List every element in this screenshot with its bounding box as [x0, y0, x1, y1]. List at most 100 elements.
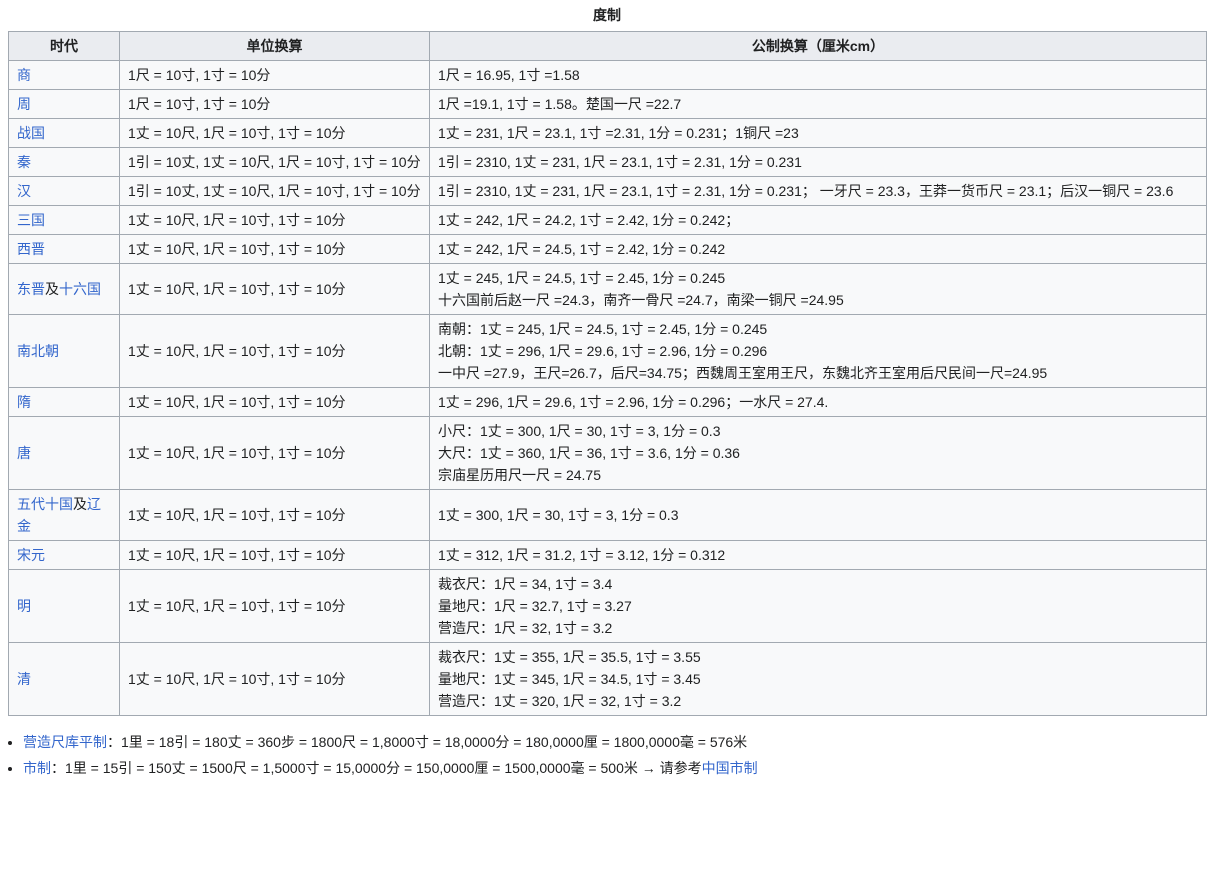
- metric-line: 南朝：1丈 = 245, 1尺 = 24.5, 1寸 = 2.45, 1分 = …: [438, 318, 1198, 340]
- era-cell: 南北朝: [9, 314, 120, 387]
- table-row: 宋元 1丈 = 10尺, 1尺 = 10寸, 1寸 = 10分 1丈 = 312, …: [9, 540, 1207, 569]
- note-text: ：1里 = 15引 = 150丈 = 1500尺 = 1,5000寸 = 15,…: [51, 760, 702, 776]
- era-cell: 商: [9, 60, 120, 89]
- era-cell: 战国: [9, 118, 120, 147]
- metric-line: 量地尺：1丈 = 345, 1尺 = 34.5, 1寸 = 3.45: [438, 668, 1198, 690]
- note-link[interactable]: 市制: [23, 760, 51, 776]
- note-link[interactable]: 营造尺库平制: [23, 734, 107, 750]
- units-cell: 1丈 = 10尺, 1尺 = 10寸, 1寸 = 10分: [120, 314, 430, 387]
- era-link[interactable]: 秦: [17, 154, 31, 170]
- era-link[interactable]: 宋元: [17, 547, 45, 563]
- era-link[interactable]: 周: [17, 96, 31, 112]
- units-cell: 1丈 = 10尺, 1尺 = 10寸, 1寸 = 10分: [120, 416, 430, 489]
- table-row: 周 1尺 = 10寸, 1寸 = 10分1尺 =19.1, 1寸 = 1.58。楚…: [9, 89, 1207, 118]
- metric-line: 1丈 = 245, 1尺 = 24.5, 1寸 = 2.45, 1分 = 0.2…: [438, 267, 1198, 289]
- era-cell: 三国: [9, 205, 120, 234]
- metric-cell: 1丈 = 245, 1尺 = 24.5, 1寸 = 2.45, 1分 = 0.2…: [430, 263, 1207, 314]
- era-link[interactable]: 五代十国: [17, 496, 73, 512]
- metric-line: 小尺：1丈 = 300, 1尺 = 30, 1寸 = 3, 1分 = 0.3: [438, 420, 1198, 442]
- metric-line: 宗庙星历用尺一尺 = 24.75: [438, 464, 1198, 486]
- metric-cell: 1尺 =19.1, 1寸 = 1.58。楚国一尺 =22.7: [430, 89, 1207, 118]
- units-cell: 1丈 = 10尺, 1尺 = 10寸, 1寸 = 10分: [120, 489, 430, 540]
- header-metric: 公制换算（厘米cm）: [430, 31, 1207, 60]
- metric-line: 营造尺：1尺 = 32, 1寸 = 3.2: [438, 617, 1198, 639]
- table-row: 商 1尺 = 10寸, 1寸 = 10分 1尺 = 16.95, 1寸 =1.58: [9, 60, 1207, 89]
- table-row: 秦1引 = 10丈, 1丈 = 10尺, 1尺 = 10寸, 1寸 = 10分1…: [9, 147, 1207, 176]
- era-link[interactable]: 清: [17, 671, 31, 687]
- table-row: 东晋及十六国1丈 = 10尺, 1尺 = 10寸, 1寸 = 10分1丈 = 2…: [9, 263, 1207, 314]
- units-cell: 1丈 = 10尺, 1尺 = 10寸, 1寸 = 10分: [120, 569, 430, 642]
- table-row: 汉 1引 = 10丈, 1丈 = 10尺, 1尺 = 10寸, 1寸 = 10分 1…: [9, 176, 1207, 205]
- note-link[interactable]: 中国市制: [702, 760, 758, 776]
- metric-line: 1丈 = 312, 1尺 = 31.2, 1寸 = 3.12, 1分 = 0.3…: [438, 544, 1198, 566]
- era-text: 及: [45, 281, 59, 297]
- table-row: 战国 1丈 = 10尺, 1尺 = 10寸, 1寸 = 10分 1丈 = 231, …: [9, 118, 1207, 147]
- table-row: 五代十国及辽金1丈 = 10尺, 1尺 = 10寸, 1寸 = 10分1丈 = …: [9, 489, 1207, 540]
- metric-cell: 裁衣尺：1尺 = 34, 1寸 = 3.4量地尺：1尺 = 32.7, 1寸 =…: [430, 569, 1207, 642]
- metric-line: 1丈 = 231, 1尺 = 23.1, 1寸 =2.31, 1分 = 0.23…: [438, 122, 1198, 144]
- note-item: 市制：1里 = 15引 = 150丈 = 1500尺 = 1,5000寸 = 1…: [23, 755, 1214, 781]
- metric-cell: 1丈 = 231, 1尺 = 23.1, 1寸 =2.31, 1分 = 0.23…: [430, 118, 1207, 147]
- era-link[interactable]: 商: [17, 67, 31, 83]
- metric-line: 营造尺：1丈 = 320, 1尺 = 32, 1寸 = 3.2: [438, 690, 1198, 712]
- era-link[interactable]: 战国: [17, 125, 45, 141]
- note-text: ：1里 = 18引 = 180丈 = 360步 = 1800尺 = 1,8000…: [107, 734, 747, 750]
- era-link[interactable]: 东晋: [17, 281, 45, 297]
- era-text: 及: [73, 496, 87, 512]
- era-link[interactable]: 三国: [17, 212, 45, 228]
- notes-list: 营造尺库平制：1里 = 18引 = 180丈 = 360步 = 1800尺 = …: [8, 729, 1214, 781]
- metric-cell: 1丈 = 296, 1尺 = 29.6, 1寸 = 2.96, 1分 = 0.2…: [430, 387, 1207, 416]
- units-cell: 1丈 = 10尺, 1尺 = 10寸, 1寸 = 10分: [120, 540, 430, 569]
- metric-cell: 裁衣尺：1丈 = 355, 1尺 = 35.5, 1寸 = 3.55量地尺：1丈…: [430, 642, 1207, 715]
- era-cell: 明: [9, 569, 120, 642]
- table-row: 明 1丈 = 10尺, 1尺 = 10寸, 1寸 = 10分裁衣尺：1尺 = 34…: [9, 569, 1207, 642]
- measurement-table: 时代 单位换算 公制换算（厘米cm） 商1尺 = 10寸, 1寸 = 10分1尺…: [8, 31, 1207, 716]
- metric-cell: 1丈 = 312, 1尺 = 31.2, 1寸 = 3.12, 1分 = 0.3…: [430, 540, 1207, 569]
- metric-line: 北朝：1丈 = 296, 1尺 = 29.6, 1寸 = 2.96, 1分 = …: [438, 340, 1198, 362]
- era-link[interactable]: 南北朝: [17, 343, 59, 359]
- metric-line: 大尺：1丈 = 360, 1尺 = 36, 1寸 = 3.6, 1分 = 0.3…: [438, 442, 1198, 464]
- metric-line: 1引 = 2310, 1丈 = 231, 1尺 = 23.1, 1寸 = 2.3…: [438, 180, 1198, 202]
- metric-line: 1丈 = 296, 1尺 = 29.6, 1寸 = 2.96, 1分 = 0.2…: [438, 391, 1198, 413]
- era-link[interactable]: 西晋: [17, 241, 45, 257]
- metric-line: 量地尺：1尺 = 32.7, 1寸 = 3.27: [438, 595, 1198, 617]
- units-cell: 1丈 = 10尺, 1尺 = 10寸, 1寸 = 10分: [120, 118, 430, 147]
- era-cell: 清: [9, 642, 120, 715]
- header-units: 单位换算: [120, 31, 430, 60]
- metric-line: 1丈 = 242, 1尺 = 24.2, 1寸 = 2.42, 1分 = 0.2…: [438, 209, 1198, 231]
- era-link[interactable]: 唐: [17, 445, 31, 461]
- metric-line: 十六国前后赵一尺 =24.3，南齐一骨尺 =24.7，南梁一铜尺 =24.95: [438, 289, 1198, 311]
- table-row: 南北朝 1丈 = 10尺, 1尺 = 10寸, 1寸 = 10分南朝：1丈 = 2…: [9, 314, 1207, 387]
- era-link[interactable]: 十六国: [59, 281, 101, 297]
- table-row: 三国 1丈 = 10尺, 1尺 = 10寸, 1寸 = 10分 1丈 = 242, …: [9, 205, 1207, 234]
- era-cell: 东晋及十六国: [9, 263, 120, 314]
- era-link[interactable]: 汉: [17, 183, 31, 199]
- units-cell: 1尺 = 10寸, 1寸 = 10分: [120, 89, 430, 118]
- metric-cell: 小尺：1丈 = 300, 1尺 = 30, 1寸 = 3, 1分 = 0.3大尺…: [430, 416, 1207, 489]
- units-cell: 1尺 = 10寸, 1寸 = 10分: [120, 60, 430, 89]
- metric-line: 1丈 = 300, 1尺 = 30, 1寸 = 3, 1分 = 0.3: [438, 504, 1198, 526]
- era-link[interactable]: 隋: [17, 394, 31, 410]
- units-cell: 1丈 = 10尺, 1尺 = 10寸, 1寸 = 10分: [120, 205, 430, 234]
- era-link[interactable]: 明: [17, 598, 31, 614]
- page: 度制 时代 单位换算 公制换算（厘米cm） 商1尺 = 10寸, 1寸 = 10…: [0, 0, 1214, 781]
- note-item: 营造尺库平制：1里 = 18引 = 180丈 = 360步 = 1800尺 = …: [23, 729, 1214, 755]
- era-cell: 汉: [9, 176, 120, 205]
- era-cell: 周: [9, 89, 120, 118]
- units-cell: 1引 = 10丈, 1丈 = 10尺, 1尺 = 10寸, 1寸 = 10分: [120, 176, 430, 205]
- metric-cell: 南朝：1丈 = 245, 1尺 = 24.5, 1寸 = 2.45, 1分 = …: [430, 314, 1207, 387]
- era-cell: 隋: [9, 387, 120, 416]
- units-cell: 1丈 = 10尺, 1尺 = 10寸, 1寸 = 10分: [120, 234, 430, 263]
- metric-line: 1丈 = 242, 1尺 = 24.5, 1寸 = 2.42, 1分 = 0.2…: [438, 238, 1198, 260]
- table-row: 清 1丈 = 10尺, 1尺 = 10寸, 1寸 = 10分裁衣尺：1丈 = 35…: [9, 642, 1207, 715]
- metric-line: 1尺 = 16.95, 1寸 =1.58: [438, 64, 1198, 86]
- table-row: 唐 1丈 = 10尺, 1尺 = 10寸, 1寸 = 10分小尺：1丈 = 300…: [9, 416, 1207, 489]
- header-row: 时代 单位换算 公制换算（厘米cm）: [9, 31, 1207, 60]
- metric-cell: 1引 = 2310, 1丈 = 231, 1尺 = 23.1, 1寸 = 2.3…: [430, 147, 1207, 176]
- metric-cell: 1丈 = 242, 1尺 = 24.2, 1寸 = 2.42, 1分 = 0.2…: [430, 205, 1207, 234]
- measurement-table-body: 商 1尺 = 10寸, 1寸 = 10分 1尺 = 16.95, 1寸 =1.58 周…: [9, 60, 1207, 715]
- units-cell: 1丈 = 10尺, 1尺 = 10寸, 1寸 = 10分: [120, 387, 430, 416]
- units-cell: 1丈 = 10尺, 1尺 = 10寸, 1寸 = 10分: [120, 642, 430, 715]
- era-cell: 秦: [9, 147, 120, 176]
- era-cell: 宋元: [9, 540, 120, 569]
